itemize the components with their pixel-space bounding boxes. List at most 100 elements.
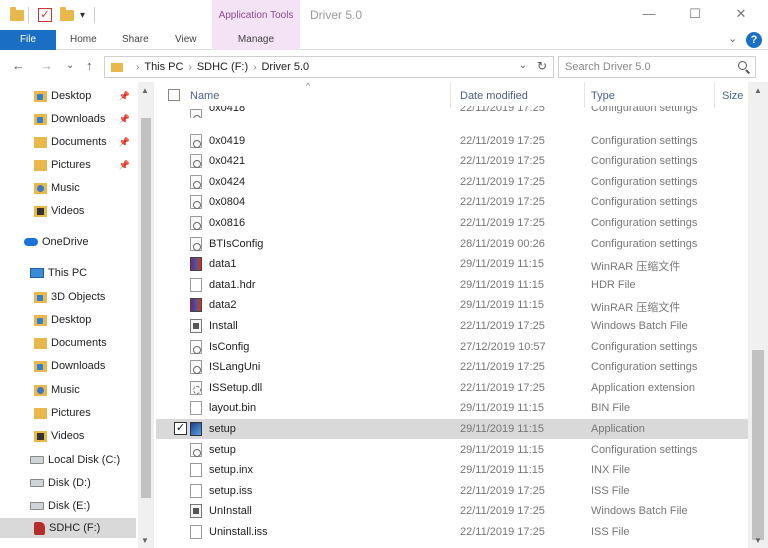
sidebar-item-pictures[interactable]: Pictures: [0, 403, 136, 423]
scroll-up-chevron-icon[interactable]: ▲: [141, 86, 149, 95]
file-row[interactable]: data1.hdr 29/11/2019 11:15 HDR File: [156, 275, 748, 295]
breadcrumb-this-pc[interactable]: This PC: [144, 61, 183, 73]
file-row[interactable]: Uninstall.iss 22/11/2019 17:25 ISS File: [156, 522, 748, 542]
quick-access-folder-icon[interactable]: [10, 6, 24, 24]
back-arrow-icon[interactable]: ←: [12, 58, 25, 74]
sidebar-item-disk-d[interactable]: Disk (D:): [0, 473, 136, 493]
column-divider[interactable]: [584, 82, 585, 108]
file-row[interactable]: data2 29/11/2019 11:15 WinRAR 压缩文件: [156, 295, 748, 315]
file-row[interactable]: 0x0424 22/11/2019 17:25 Configuration sett…: [156, 172, 748, 192]
sidebar-item-local-disk-c[interactable]: Local Disk (C:): [0, 450, 136, 470]
sidebar-item-desktop[interactable]: Desktop 📌: [0, 86, 136, 106]
file-row[interactable]: data1 29/11/2019 11:15 WinRAR 压缩文件: [156, 254, 748, 274]
column-divider[interactable]: [450, 82, 451, 108]
pin-icon[interactable]: 📌: [119, 160, 130, 171]
file-row[interactable]: 0x0418 22/11/2019 17:25 Configuration sett…: [156, 106, 748, 118]
file-row[interactable]: 0x0804 22/11/2019 17:25 Configuration sett…: [156, 192, 748, 212]
sidebar-item-disk-e[interactable]: Disk (E:): [0, 496, 136, 516]
folder-music-icon: [34, 384, 47, 396]
scroll-down-chevron-icon[interactable]: ▼: [754, 536, 762, 545]
tab-file[interactable]: File: [0, 30, 56, 50]
maximize-button[interactable]: ☐: [686, 6, 704, 22]
file-row[interactable]: ISLangUni 22/11/2019 17:25 Configuration s…: [156, 357, 748, 377]
sidebar-item-downloads[interactable]: Downloads: [0, 356, 136, 376]
scroll-up-chevron-icon[interactable]: ▲: [754, 86, 762, 95]
properties-check-icon[interactable]: ✓: [38, 6, 52, 24]
address-dropdown-chevron-icon[interactable]: ⌄: [519, 60, 527, 71]
recent-locations-chevron-icon[interactable]: ⌄: [66, 58, 74, 74]
sidebar-item-documents[interactable]: Documents 📌: [0, 132, 136, 152]
file-row[interactable]: 0x0421 22/11/2019 17:25 Configuration sett…: [156, 151, 748, 171]
scroll-down-chevron-icon[interactable]: ▼: [141, 536, 149, 545]
sidebar-item-music[interactable]: Music: [0, 380, 136, 400]
column-divider[interactable]: [714, 82, 715, 108]
column-type[interactable]: Type: [591, 90, 615, 102]
search-icon[interactable]: [738, 61, 747, 70]
tab-share[interactable]: Share: [122, 30, 149, 50]
sidebar-item-downloads[interactable]: Downloads 📌: [0, 109, 136, 129]
file-row[interactable]: 0x0419 22/11/2019 17:25 Configuration sett…: [156, 131, 748, 151]
sidebar-item-onedrive[interactable]: OneDrive: [0, 232, 136, 252]
expand-ribbon-chevron-icon[interactable]: ⌄: [728, 32, 737, 45]
file-row[interactable]: setup 29/11/2019 11:15 Configuration setti…: [156, 440, 748, 460]
sidebar-item-this-pc[interactable]: This PC: [0, 263, 136, 283]
sidebar-item-sdhc-f[interactable]: SDHC (F:): [0, 518, 136, 538]
blank-file-icon: [190, 525, 202, 539]
file-list-scrollbar[interactable]: ▲ ▼: [748, 82, 768, 548]
breadcrumb-sdhc[interactable]: SDHC (F:): [197, 61, 248, 73]
help-icon[interactable]: ?: [746, 32, 762, 48]
qa-separator: [28, 6, 29, 24]
sidebar-item-label: Music: [51, 384, 80, 396]
sidebar-item-videos[interactable]: Videos: [0, 426, 136, 446]
file-row[interactable]: ✓ setup 29/11/2019 11:15 Application: [156, 419, 748, 439]
file-list-scroll-thumb[interactable]: [752, 350, 764, 540]
sidebar-item-documents[interactable]: Documents: [0, 333, 136, 353]
pin-icon[interactable]: 📌: [119, 91, 130, 102]
customize-qa-chevron-icon[interactable]: ▾: [80, 6, 85, 24]
file-name: setup: [209, 423, 236, 435]
file-date-modified: 28/11/2019 00:26: [460, 237, 545, 250]
tab-manage[interactable]: Manage: [212, 30, 300, 50]
file-date-modified: 29/11/2019 11:15: [460, 278, 545, 291]
file-row[interactable]: IsConfig 27/12/2019 10:57 Configuration se…: [156, 337, 748, 357]
column-size[interactable]: Size: [722, 90, 743, 102]
minimize-button[interactable]: —: [640, 6, 658, 22]
file-row[interactable]: BTIsConfig 28/11/2019 00:26 Configuration …: [156, 234, 748, 254]
search-box[interactable]: [558, 56, 756, 78]
file-type: Windows Batch File: [591, 505, 688, 518]
select-all-checkbox[interactable]: [168, 89, 180, 101]
tab-view[interactable]: View: [175, 30, 197, 50]
column-date-modified[interactable]: Date modified: [460, 90, 528, 102]
up-arrow-icon[interactable]: ↑: [86, 58, 93, 74]
file-row[interactable]: Install 22/11/2019 17:25 Windows Batch Fil…: [156, 316, 748, 336]
navigation-pane-scrollbar[interactable]: ▲ ▼: [138, 82, 154, 548]
file-row[interactable]: layout.bin 29/11/2019 11:15 BIN File: [156, 398, 748, 418]
row-checkbox[interactable]: ✓: [174, 422, 187, 435]
refresh-icon[interactable]: ↻: [537, 59, 547, 73]
navigation-scroll-thumb[interactable]: [141, 118, 151, 498]
sidebar-item-desktop[interactable]: Desktop: [0, 310, 136, 330]
sidebar-item-pictures[interactable]: Pictures 📌: [0, 155, 136, 175]
gear-file-icon: [190, 360, 202, 375]
file-row[interactable]: ISSetup.dll 22/11/2019 17:25 Application e…: [156, 378, 748, 398]
folder-blue-icon: [34, 314, 47, 326]
file-type: ISS File: [591, 484, 630, 497]
search-input[interactable]: [565, 60, 725, 74]
sidebar-item-music[interactable]: Music: [0, 178, 136, 198]
file-row[interactable]: 0x0816 22/11/2019 17:25 Configuration sett…: [156, 213, 748, 233]
breadcrumb-driver[interactable]: Driver 5.0: [261, 61, 309, 73]
file-row[interactable]: setup.iss 22/11/2019 17:25 ISS File: [156, 481, 748, 501]
address-bar[interactable]: › This PC › SDHC (F:) › Driver 5.0 ⌄ ↻: [104, 56, 554, 78]
forward-arrow-icon[interactable]: →: [40, 58, 53, 74]
ribbon-tabs: File Home Share View Manage ⌄ ?: [0, 30, 768, 50]
sidebar-item-3d-objects[interactable]: 3D Objects: [0, 287, 136, 307]
pin-icon[interactable]: 📌: [119, 114, 130, 125]
tab-home[interactable]: Home: [70, 30, 97, 50]
file-row[interactable]: setup.inx 29/11/2019 11:15 INX File: [156, 460, 748, 480]
file-row[interactable]: UnInstall 22/11/2019 17:25 Windows Batch F…: [156, 501, 748, 521]
column-name[interactable]: Name: [190, 90, 219, 102]
pin-icon[interactable]: 📌: [119, 137, 130, 148]
close-button[interactable]: ✕: [732, 6, 750, 22]
sidebar-item-videos[interactable]: Videos: [0, 201, 136, 221]
new-folder-icon[interactable]: [60, 6, 74, 24]
